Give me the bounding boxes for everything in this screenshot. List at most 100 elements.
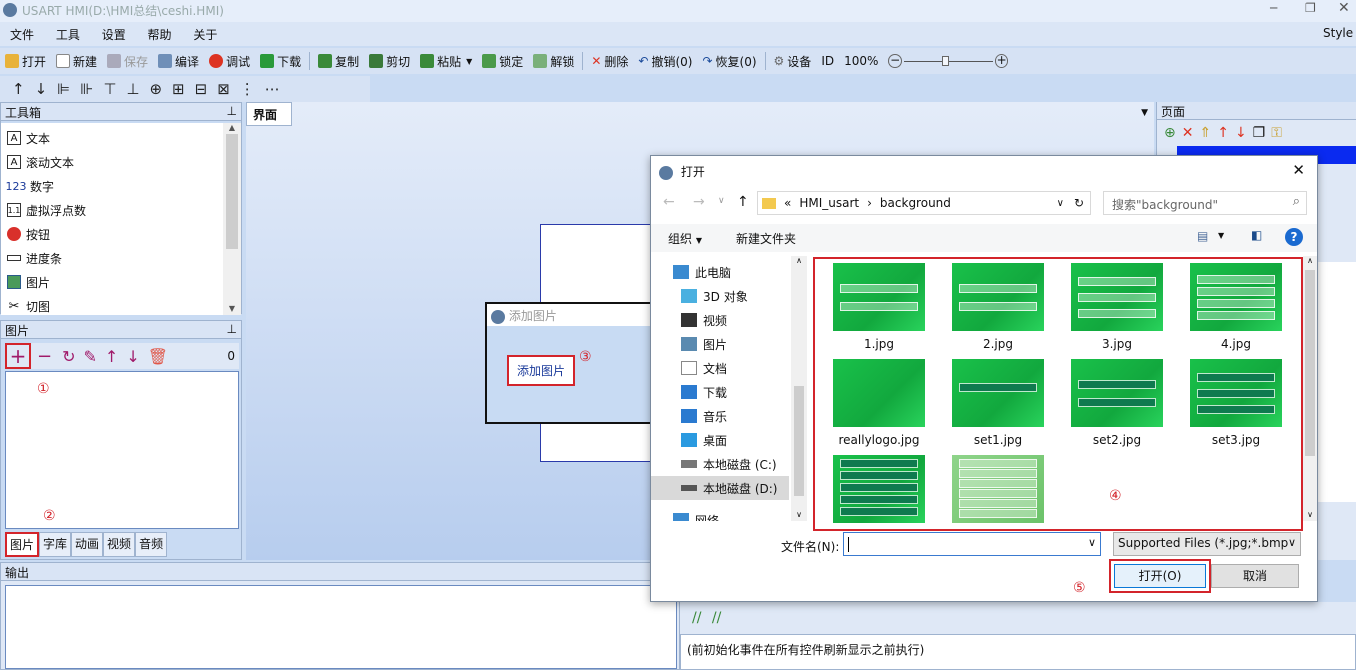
file-item[interactable]: 2.jpg: [943, 263, 1053, 355]
toolbox-item-button[interactable]: 按钮: [1, 222, 223, 246]
organize-button[interactable]: 组织 ▼: [668, 230, 702, 247]
toolbox-scrollbar[interactable]: ▲ ▼: [223, 123, 241, 315]
copy-page-icon[interactable]: ❐: [1250, 125, 1269, 141]
scroll-thumb[interactable]: [794, 386, 804, 496]
file-item[interactable]: [943, 455, 1053, 529]
move-up-icon[interactable]: ↑: [0, 80, 30, 98]
menu-settings[interactable]: 设置: [92, 22, 134, 43]
cancel-button[interactable]: 取消: [1211, 564, 1299, 588]
nav-disk-c[interactable]: 本地磁盘 (C:): [681, 452, 777, 476]
new-button[interactable]: 新建: [51, 50, 102, 72]
file-type-select[interactable]: Supported Files (*.jpg;*.bmp ∨: [1113, 532, 1301, 556]
output-text-area[interactable]: [5, 585, 677, 669]
toolbox-item-number[interactable]: 123 数字: [1, 174, 223, 198]
nav-disk-d[interactable]: 本地磁盘 (D:): [651, 476, 789, 500]
toolbox-item-progress[interactable]: 进度条: [1, 246, 223, 270]
move-down-icon[interactable]: ↓: [30, 80, 53, 98]
distribute-v-icon[interactable]: ⋯: [260, 80, 285, 98]
scroll-up-icon[interactable]: ∧: [1303, 256, 1317, 265]
forward-icon[interactable]: →: [693, 194, 705, 210]
chevron-down-icon[interactable]: ∨: [1057, 198, 1064, 209]
align-right-icon[interactable]: ⊪: [75, 80, 98, 98]
unlock-button[interactable]: 解锁: [528, 50, 579, 72]
file-item[interactable]: [824, 455, 934, 529]
scroll-up-icon[interactable]: ▲: [223, 123, 241, 132]
view-icon[interactable]: ▤: [1197, 229, 1208, 243]
minimize-icon[interactable]: ─: [1270, 1, 1277, 15]
refresh-icon[interactable]: ↻: [1074, 196, 1084, 210]
device-button[interactable]: ⚙ 设备: [769, 50, 817, 72]
scroll-up-icon[interactable]: ∧: [791, 256, 807, 265]
new-folder-button[interactable]: 新建文件夹: [736, 230, 796, 247]
tab-interface[interactable]: 界面: [246, 102, 292, 126]
toolbox-item-scroll-text[interactable]: A 滚动文本: [1, 150, 223, 174]
zoom-out-icon[interactable]: −: [888, 54, 902, 68]
cut-button[interactable]: 剪切: [364, 50, 415, 72]
zoom-in-icon[interactable]: +: [994, 54, 1009, 68]
compile-button[interactable]: 编译: [153, 50, 204, 72]
delete-button[interactable]: ✕ 删除: [586, 50, 633, 72]
nav-3d-objects[interactable]: 3D 对象: [681, 284, 748, 308]
menu-help[interactable]: 帮助: [138, 22, 180, 43]
scroll-thumb[interactable]: [1305, 270, 1315, 456]
file-item[interactable]: set2.jpg: [1062, 359, 1172, 451]
style-menu[interactable]: Style: [1313, 22, 1356, 40]
file-item[interactable]: set3.jpg: [1181, 359, 1291, 451]
nav-videos[interactable]: 视频: [681, 308, 727, 332]
toolbox-item-text[interactable]: A 文本: [1, 126, 223, 150]
nav-documents[interactable]: 文档: [681, 356, 727, 380]
nav-downloads[interactable]: 下载: [681, 380, 727, 404]
tab-animation[interactable]: 动画: [71, 532, 104, 557]
chevron-down-icon[interactable]: ▼: [466, 57, 472, 66]
redo-button[interactable]: ↷ 恢复(0): [697, 50, 761, 72]
slider-thumb[interactable]: [942, 56, 950, 66]
nav-music[interactable]: 音乐: [681, 404, 727, 428]
close-icon[interactable]: ✕: [1338, 0, 1350, 16]
menu-about[interactable]: 关于: [183, 22, 225, 43]
preview-pane-icon[interactable]: ◧: [1251, 228, 1262, 242]
tab-pictures[interactable]: 图片: [5, 532, 40, 557]
address-bar[interactable]: « HMI_usart › background ∨ ↻: [757, 191, 1091, 215]
add-page-icon[interactable]: ⊕: [1161, 125, 1179, 141]
same-height-icon[interactable]: ⊠: [212, 80, 235, 98]
file-grid-scrollbar[interactable]: ∧ ∨: [1303, 256, 1317, 521]
scroll-thumb[interactable]: [226, 134, 238, 249]
key-icon[interactable]: ⚿: [1268, 125, 1285, 141]
edit-picture-icon[interactable]: ✎: [80, 347, 101, 366]
tab-fonts[interactable]: 字库: [39, 532, 72, 557]
canvas-menu-icon[interactable]: ▼: [1141, 108, 1148, 118]
search-icon[interactable]: ⌕: [1293, 194, 1300, 209]
chevron-down-icon[interactable]: ∨: [718, 196, 725, 206]
scroll-down-icon[interactable]: ∨: [791, 510, 807, 519]
align-bottom-icon[interactable]: ⊥: [121, 80, 144, 98]
back-icon[interactable]: ←: [663, 194, 675, 210]
scroll-down-icon[interactable]: ∨: [1303, 510, 1317, 519]
up-icon[interactable]: ↑: [737, 194, 749, 210]
move-up-icon[interactable]: ↑: [101, 347, 122, 366]
move-up-icon[interactable]: ↑: [1214, 125, 1232, 141]
save-button[interactable]: 保存: [102, 50, 153, 72]
menu-file[interactable]: 文件: [0, 22, 42, 43]
nav-scrollbar[interactable]: ∧ ∨: [791, 256, 807, 521]
lock-button[interactable]: 锁定: [477, 50, 528, 72]
breadcrumb-background[interactable]: background: [880, 196, 951, 210]
trash-icon[interactable]: 🗑: [144, 347, 172, 366]
nav-this-pc[interactable]: 此电脑: [673, 260, 731, 284]
delete-page-icon[interactable]: ✕: [1179, 125, 1197, 141]
move-down-icon[interactable]: ↓: [1232, 125, 1250, 141]
breadcrumb-hmi-usart[interactable]: HMI_usart: [799, 196, 859, 210]
insert-page-icon[interactable]: ⇑: [1196, 125, 1214, 141]
zoom-slider[interactable]: − +: [883, 50, 1013, 72]
scroll-down-icon[interactable]: ▼: [223, 304, 241, 313]
copy-button[interactable]: 复制: [313, 50, 364, 72]
debug-button[interactable]: 调试: [204, 50, 255, 72]
chevron-down-icon[interactable]: ∨: [1088, 536, 1096, 549]
menu-tools[interactable]: 工具: [46, 22, 88, 43]
paste-button[interactable]: 粘贴 ▼: [415, 50, 477, 72]
comment-icon[interactable]: //: [692, 610, 701, 626]
nav-desktop[interactable]: 桌面: [681, 428, 727, 452]
open-file-button[interactable]: 打开(O): [1114, 564, 1206, 588]
filename-input[interactable]: ∨: [843, 532, 1101, 556]
toolbox-item-crop[interactable]: ✂ 切图: [1, 294, 223, 318]
toolbox-item-picture[interactable]: 图片: [1, 270, 223, 294]
